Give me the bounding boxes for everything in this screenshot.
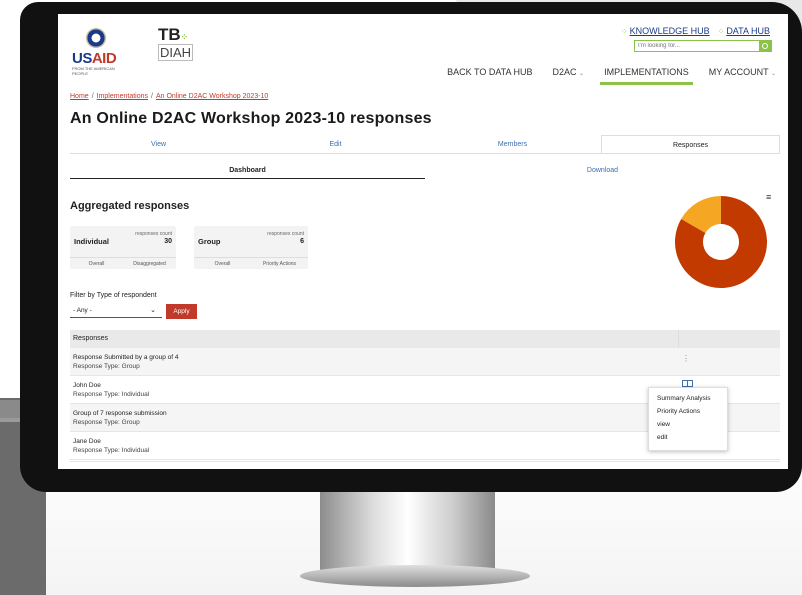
menu-item-edit[interactable]: edit	[649, 431, 727, 444]
table-header: Responses	[70, 330, 780, 348]
monitor-stand	[320, 491, 495, 571]
knowledge-hub-label: KNOWLEDGE HUB	[629, 26, 710, 36]
breadcrumb-separator: /	[91, 93, 94, 100]
tab-edit[interactable]: Edit	[247, 135, 424, 153]
breadcrumb-implementations[interactable]: Implementations	[97, 93, 148, 100]
card-priority-actions-link[interactable]: Priority Actions	[251, 258, 308, 269]
card-individual: Individual responses count 30 Overall Di…	[70, 226, 176, 269]
subtabs: Dashboard Download	[70, 164, 780, 179]
main-nav: BACK TO DATA HUB D2AC ⌄ IMPLEMENTATIONS …	[447, 67, 776, 85]
card-overall-link[interactable]: Overall	[70, 258, 123, 269]
card-actions: Overall Disaggregated	[70, 257, 176, 269]
card-top: Group responses count 6	[198, 226, 304, 257]
monitor-base	[300, 565, 530, 587]
nav-d2ac-label: D2AC	[552, 67, 577, 77]
card-count-label: responses count	[267, 231, 304, 237]
data-hub-label: DATA HUB	[726, 26, 770, 36]
responses-donut-chart	[675, 196, 767, 288]
breadcrumb-current[interactable]: An Online D2AC Workshop 2023-10	[156, 93, 268, 100]
tab-members[interactable]: Members	[424, 135, 601, 153]
row-actions-menu: Summary Analysis Priority Actions view e…	[648, 387, 728, 451]
tb-dots-icon: ⁘	[180, 32, 189, 42]
card-name: Individual	[74, 237, 110, 246]
table-header-actions	[678, 330, 780, 348]
screen: USAID FROM THE AMERICAN PEOPLE TB⁘ DIAH …	[58, 14, 788, 469]
card-name: Group	[198, 237, 221, 246]
knowledge-hub-link[interactable]: ⁘ KNOWLEDGE HUB	[621, 26, 710, 36]
tb-text: TB	[158, 25, 181, 44]
data-hub-link[interactable]: ⁘ DATA HUB	[718, 26, 770, 36]
nav-d2ac[interactable]: D2AC ⌄	[553, 67, 585, 77]
tab-responses[interactable]: Responses	[601, 135, 780, 153]
search-input[interactable]	[635, 41, 759, 51]
breadcrumb: Home / Implementations / An Online D2AC Work…	[70, 93, 268, 100]
nav-my-account[interactable]: MY ACCOUNT ⌄	[709, 67, 776, 77]
dots-icon: ⁘	[620, 27, 628, 36]
table-row: Response Submitted by a group of 4 Respo…	[70, 348, 780, 376]
aggregated-title: Aggregated responses	[70, 200, 190, 212]
scene: USAID FROM THE AMERICAN PEOPLE TB⁘ DIAH …	[0, 0, 802, 595]
usaid-us: US	[72, 50, 92, 67]
subtab-download[interactable]: Download	[425, 164, 780, 179]
table-header-label: Responses	[73, 335, 109, 342]
respondent-type-select[interactable]: - Any - ⌄	[70, 304, 162, 318]
card-top: Individual responses count 30	[74, 226, 172, 257]
usaid-seal-icon	[86, 28, 106, 48]
usaid-aid: AID	[91, 50, 117, 67]
usaid-tagline: FROM THE AMERICAN PEOPLE	[72, 66, 115, 76]
menu-item-summary-analysis[interactable]: Summary Analysis	[649, 392, 727, 405]
nav-implementations[interactable]: IMPLEMENTATIONS	[600, 67, 693, 85]
site-header: USAID FROM THE AMERICAN PEOPLE TB⁘ DIAH …	[58, 14, 788, 92]
card-actions: Overall Priority Actions	[194, 257, 308, 269]
chevron-down-icon: ⌄	[579, 71, 585, 77]
menu-item-priority-actions[interactable]: Priority Actions	[649, 405, 727, 418]
monitor: USAID FROM THE AMERICAN PEOPLE TB⁘ DIAH …	[20, 2, 802, 492]
card-group: Group responses count 6 Overall Priority…	[194, 226, 308, 269]
row-type: Response Type: Group	[73, 363, 140, 370]
page-title: An Online D2AC Workshop 2023-10 response…	[70, 110, 432, 127]
nav-back-to-data-hub[interactable]: BACK TO DATA HUB	[447, 67, 532, 77]
card-count: 6	[300, 238, 304, 245]
tabs: View Edit Members Responses	[70, 135, 780, 154]
card-disaggregated-link[interactable]: Disaggregated	[123, 258, 176, 269]
dots-icon: ⁘	[717, 27, 725, 36]
search-icon[interactable]	[759, 41, 771, 51]
card-overall-link[interactable]: Overall	[194, 258, 251, 269]
background-wall-edge	[0, 400, 20, 420]
menu-item-view[interactable]: view	[649, 418, 727, 431]
chart-menu-icon[interactable]: ≡	[766, 192, 771, 202]
card-count-label: responses count	[135, 231, 172, 237]
table-row-partial	[70, 461, 780, 469]
diah-text: DIAH	[158, 44, 194, 61]
tab-view[interactable]: View	[70, 135, 247, 153]
usaid-logo[interactable]: USAID FROM THE AMERICAN PEOPLE	[72, 28, 124, 76]
tbdiah-logo[interactable]: TB⁘ DIAH	[158, 25, 198, 68]
apply-button[interactable]: Apply	[166, 304, 197, 319]
chevron-down-icon: ⌄	[150, 307, 156, 314]
search-box	[634, 40, 772, 52]
select-value: - Any -	[73, 307, 92, 314]
card-count: 30	[164, 238, 172, 245]
subtab-dashboard[interactable]: Dashboard	[70, 164, 425, 179]
tb-wordmark: TB⁘	[158, 25, 198, 44]
usaid-wordmark: USAID	[72, 50, 117, 67]
kebab-menu-icon[interactable]: ⋮	[682, 354, 690, 363]
book-icon[interactable]	[682, 380, 693, 387]
row-name: Response Submitted by a group of 4	[73, 354, 179, 361]
hub-links: ⁘ KNOWLEDGE HUB ⁘ DATA HUB	[621, 26, 770, 36]
filter-label: Filter by Type of respondent	[70, 292, 157, 299]
breadcrumb-home[interactable]: Home	[70, 93, 89, 100]
breadcrumb-separator: /	[151, 93, 153, 100]
chevron-down-icon: ⌄	[770, 71, 776, 77]
nav-my-account-label: MY ACCOUNT	[708, 67, 769, 77]
